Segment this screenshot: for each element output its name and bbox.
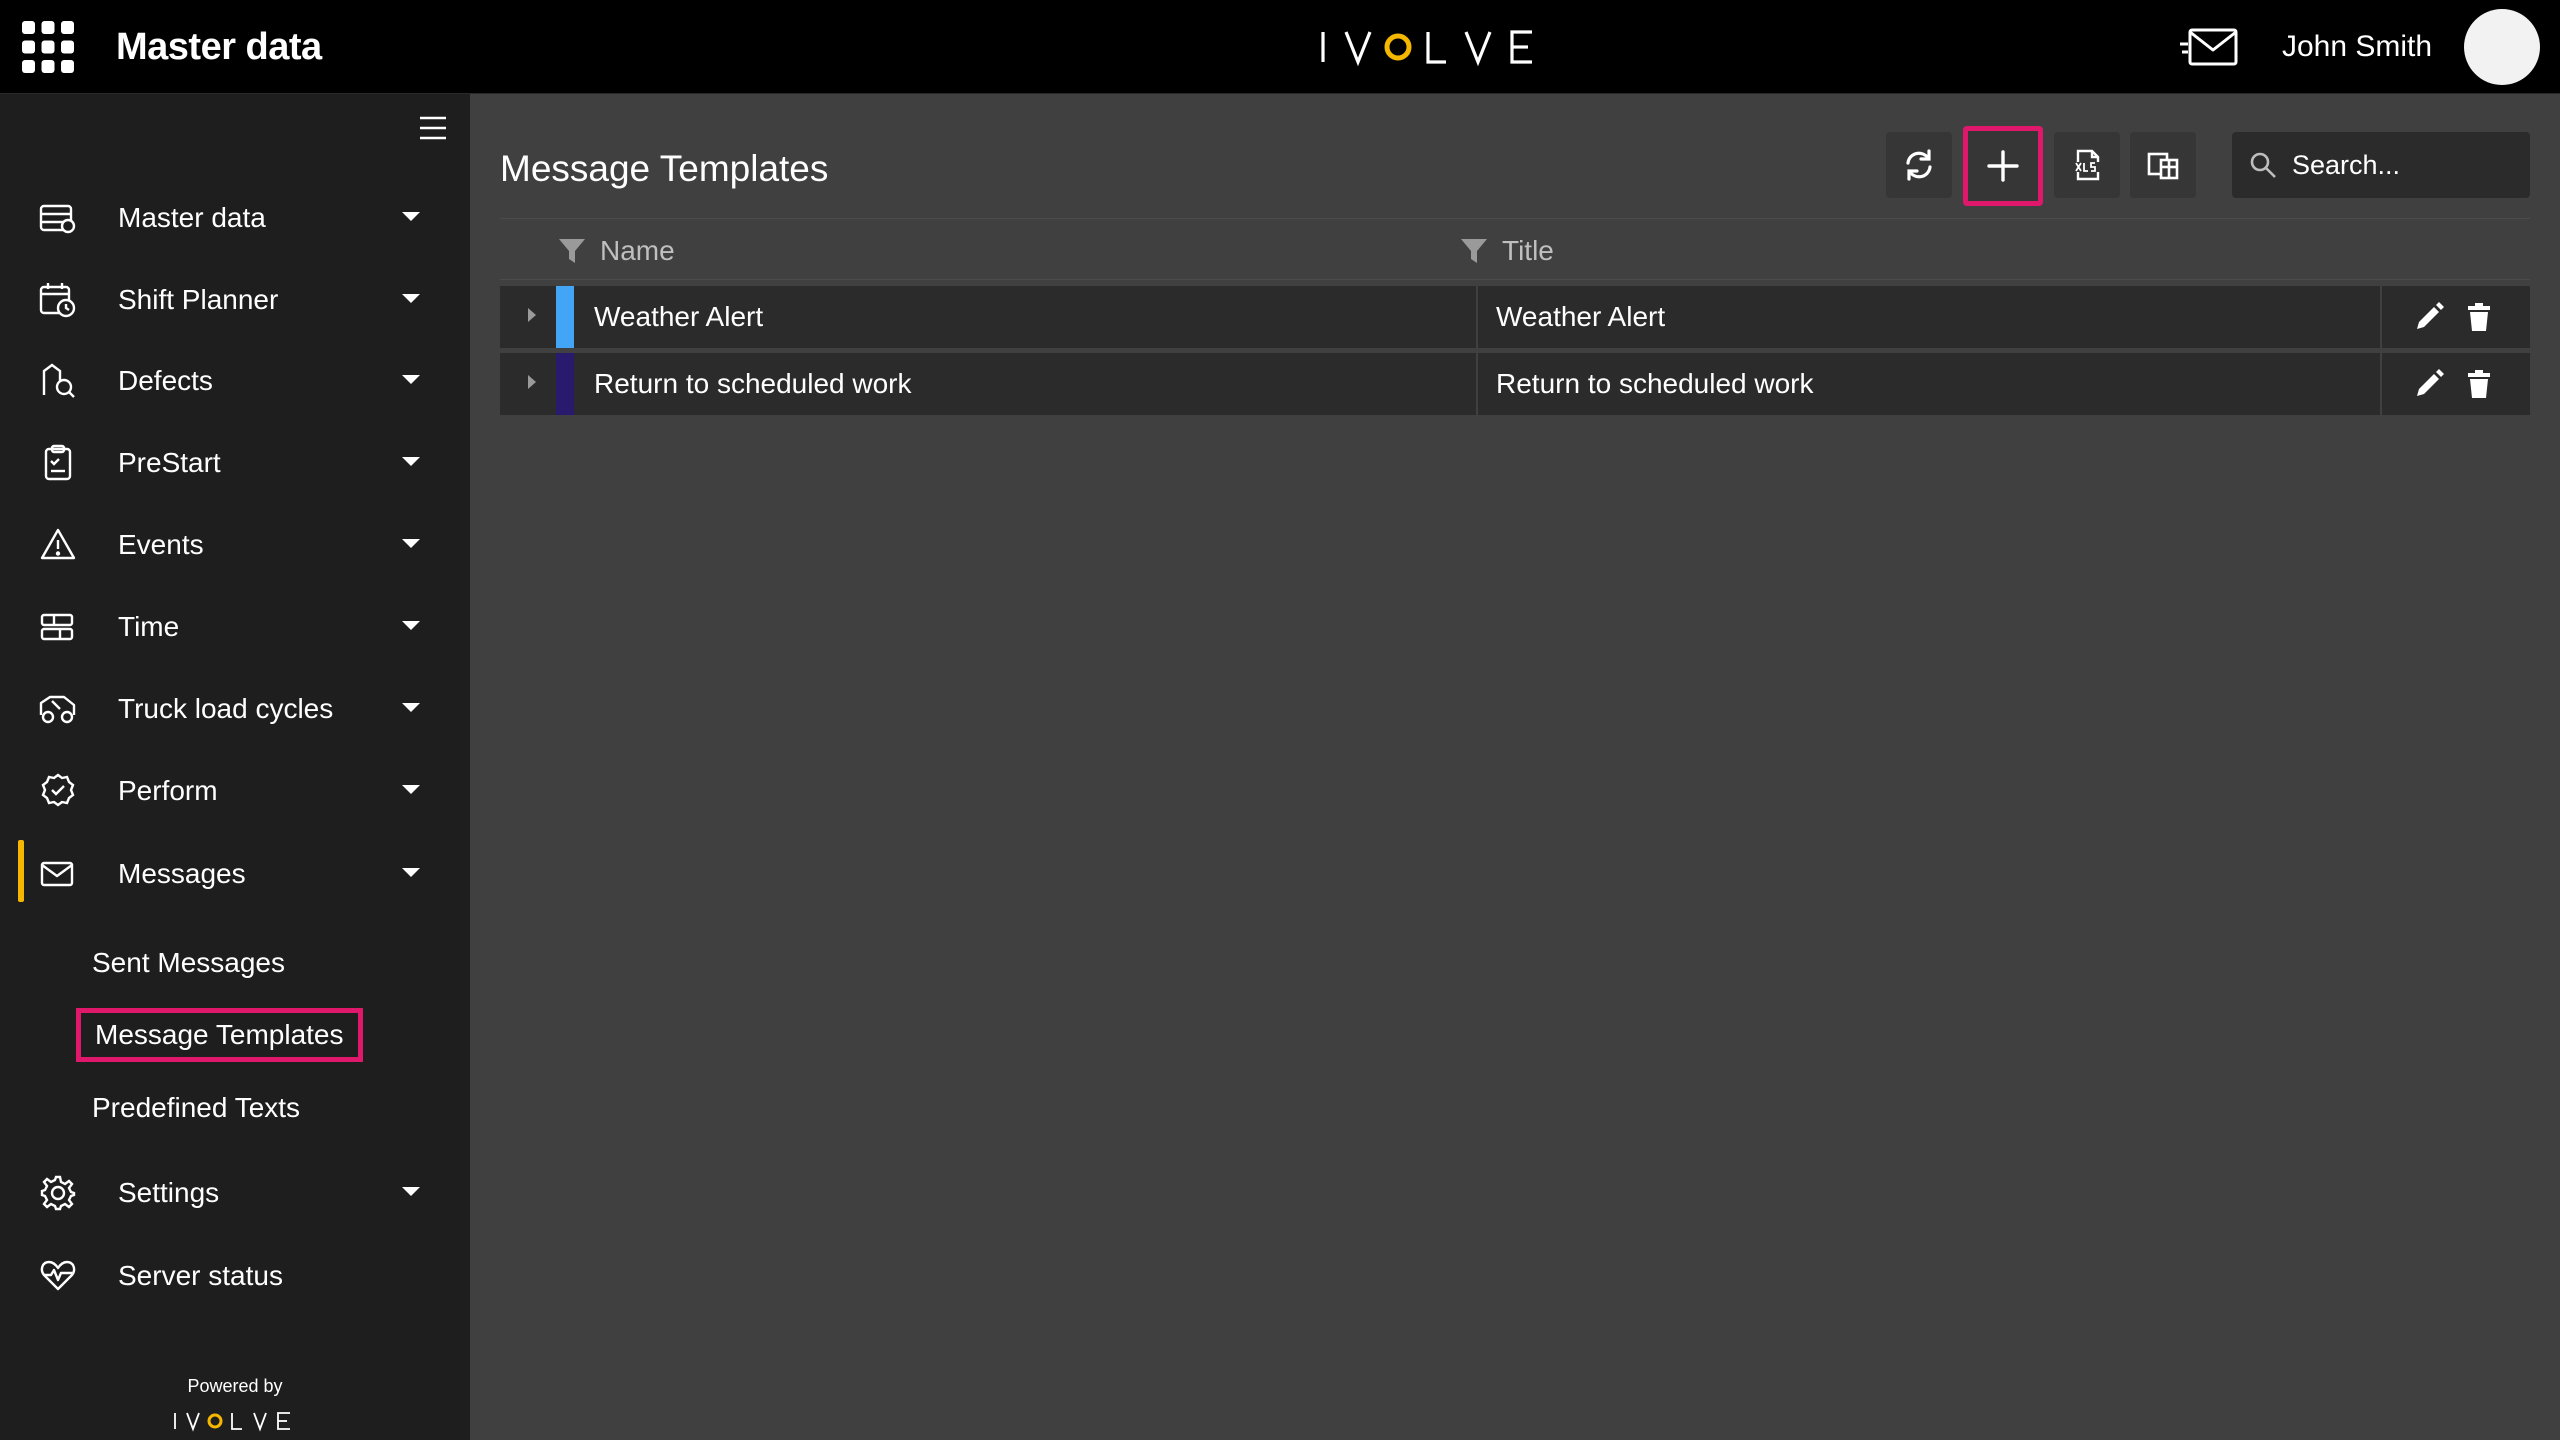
xlsx-export-icon (2074, 149, 2100, 181)
sidebar-item-settings[interactable]: Settings (0, 1157, 470, 1227)
ivolve-footer-logo (174, 1412, 290, 1432)
chevron-down-icon (402, 1187, 420, 1196)
user-avatar[interactable] (2464, 9, 2540, 85)
chevron-down-icon (402, 785, 420, 794)
master-data-icon (39, 204, 76, 234)
top-header: Master data John Smith (0, 0, 2560, 94)
cell-divider (2380, 353, 2382, 415)
apps-grid-icon[interactable] (22, 21, 74, 73)
sidebar-item-label: PreStart (118, 447, 221, 478)
sidebar-item-master-data[interactable]: Master data (0, 182, 470, 252)
chevron-down-icon (402, 868, 420, 877)
sidebar-item-label: Defects (118, 365, 213, 396)
sidebar-item-events[interactable]: Events (0, 509, 470, 579)
add-template-button[interactable] (1963, 126, 2043, 206)
edit-pencil-icon[interactable] (2414, 369, 2444, 399)
sidebar-item-defects[interactable]: Defects (0, 345, 470, 415)
user-name[interactable]: John Smith (2282, 24, 2432, 70)
powered-by-text: Powered by (187, 1376, 283, 1396)
active-indicator (18, 840, 24, 902)
table-row[interactable]: Weather Alert Weather Alert (500, 286, 2530, 348)
column-chooser-button[interactable] (2130, 132, 2196, 198)
sidebar: Master data Shift Planner Defects PreSta… (0, 94, 470, 1440)
filter-icon[interactable] (1460, 237, 1488, 265)
main-content: Message Templates Name (470, 94, 2560, 1440)
sidebar-item-truck-load-cycles[interactable]: Truck load cycles (0, 673, 470, 743)
defects-icon (42, 363, 75, 398)
sidebar-item-time[interactable]: Time (0, 591, 470, 661)
expand-row-icon[interactable] (528, 308, 536, 322)
column-header-name[interactable]: Name (558, 231, 778, 271)
cell-name: Return to scheduled work (594, 368, 912, 399)
table-row[interactable]: Return to scheduled work Return to sched… (500, 353, 2530, 415)
page-title: Message Templates (500, 148, 829, 189)
refresh-button[interactable] (1886, 132, 1952, 198)
sidebar-item-server-status[interactable]: Server status (0, 1240, 470, 1310)
truck-icon (39, 695, 76, 724)
chevron-down-icon (402, 375, 420, 384)
sidebar-item-prestart[interactable]: PreStart (0, 427, 470, 497)
hamburger-menu-icon[interactable] (418, 114, 448, 142)
cell-title: Return to scheduled work (1496, 368, 1814, 399)
cell-name: Weather Alert (594, 301, 764, 332)
cell-divider (2380, 286, 2382, 348)
search-input[interactable] (2292, 132, 2518, 198)
expand-row-icon[interactable] (528, 375, 536, 389)
sidebar-item-label: Time (118, 611, 180, 642)
trash-icon[interactable] (2464, 369, 2494, 399)
sidebar-item-shift-planner[interactable]: Shift Planner (0, 264, 470, 334)
sidebar-item-label: Messages (118, 858, 246, 889)
app-title: Master data (116, 26, 322, 68)
cell-divider (1476, 353, 1478, 415)
perform-icon (41, 773, 75, 807)
chevron-down-icon (402, 212, 420, 221)
cell-title: Weather Alert (1496, 301, 1666, 332)
sidebar-item-label: Events (118, 529, 204, 560)
time-icon (40, 613, 74, 641)
chevron-down-icon (402, 703, 420, 712)
ivolve-logo (1321, 30, 1532, 67)
column-header-label: Name (600, 235, 675, 266)
sidebar-item-label: Settings (118, 1177, 220, 1208)
subitem-predefined-texts[interactable]: Predefined Texts (76, 1081, 316, 1135)
envelope-icon (40, 861, 74, 887)
cell-divider (1476, 286, 1478, 348)
chevron-down-icon (402, 621, 420, 630)
sidebar-item-label: Shift Planner (118, 284, 279, 315)
search-icon (2250, 152, 2276, 178)
chevron-down-icon (402, 294, 420, 303)
sidebar-item-label: Truck load cycles (118, 693, 334, 724)
trash-icon[interactable] (2464, 302, 2494, 332)
plus-icon (1987, 150, 2019, 182)
column-header-title[interactable]: Title (1460, 231, 1680, 271)
gear-icon (40, 1175, 76, 1211)
subitem-message-templates[interactable]: Message Templates (76, 1008, 363, 1062)
edit-pencil-icon[interactable] (2414, 302, 2444, 332)
search-box[interactable] (2232, 132, 2530, 198)
heartbeat-icon (40, 1260, 76, 1291)
shift-planner-icon (39, 283, 76, 318)
row-color-indicator (556, 353, 574, 415)
table-header: Name Title (500, 218, 2530, 280)
refresh-icon (1906, 149, 1932, 181)
warning-icon (40, 528, 76, 560)
chevron-down-icon (402, 539, 420, 548)
clipboard-icon (44, 444, 72, 481)
sidebar-item-label: Master data (118, 202, 266, 233)
column-chooser-icon (2147, 152, 2179, 180)
column-header-label: Title (1502, 235, 1554, 266)
sidebar-item-messages[interactable]: Messages (0, 838, 470, 908)
sidebar-item-label: Perform (118, 775, 218, 806)
inbox-mail-icon[interactable] (2178, 24, 2240, 70)
chevron-down-icon (402, 457, 420, 466)
row-color-indicator (556, 286, 574, 348)
subitem-sent-messages[interactable]: Sent Messages (76, 936, 301, 990)
filter-icon[interactable] (558, 237, 586, 265)
export-xlsx-button[interactable] (2054, 132, 2120, 198)
sidebar-item-perform[interactable]: Perform (0, 755, 470, 825)
sidebar-item-label: Server status (118, 1260, 283, 1291)
